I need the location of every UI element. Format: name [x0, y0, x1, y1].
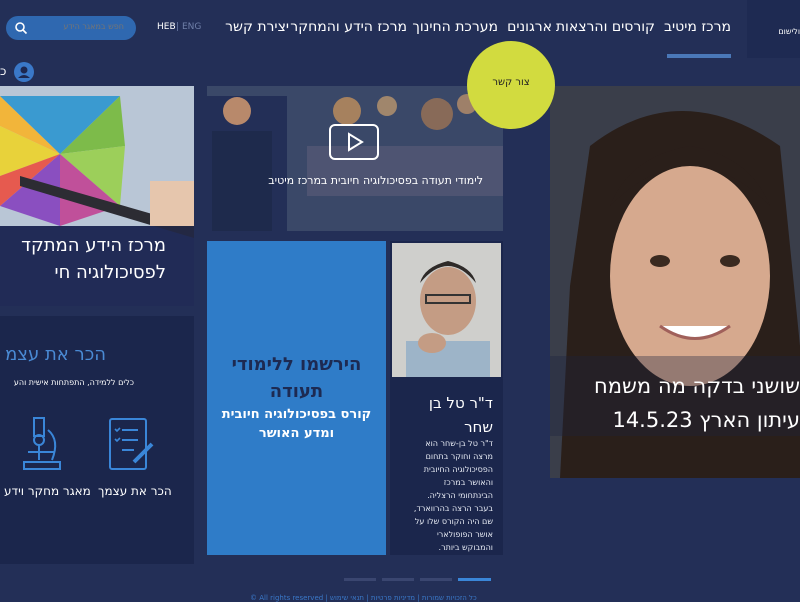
lang-eng[interactable]: ENG	[182, 22, 201, 32]
carousel-dot-active[interactable]	[458, 578, 491, 581]
person-photo	[392, 243, 501, 377]
person-bio-line: והאושר במרכז	[443, 478, 493, 487]
user-letter: כ	[0, 64, 7, 78]
person-bio-line: והמבוקש ביותר.	[438, 543, 493, 552]
lang-heb[interactable]: HEB	[157, 22, 176, 32]
register-subtitle-line1: קורס בפסיכולוגיה חיובית	[221, 407, 372, 422]
checklist-icon[interactable]	[104, 416, 158, 474]
person-bio-line: הפסיכולוגיה החיובית	[423, 465, 493, 474]
person-bio-line: שם היה הקורס שלו על	[414, 517, 493, 526]
search-box[interactable]	[6, 16, 136, 40]
register-title-line1: הירשמו ללימודי	[231, 354, 362, 375]
video-caption: לימודי תעודה בפסיכולוגיה חיובית במרכז מי…	[268, 174, 483, 187]
right-edge-text: ולישום	[778, 27, 800, 36]
search-input[interactable]	[22, 21, 126, 32]
carousel-dot[interactable]	[382, 578, 414, 581]
know-yourself-subtitle: כלים ללמידה, התפתחות אישית והע	[13, 378, 134, 387]
know-yourself-card: הכר את עצמ כלים ללמידה, התפתחות אישית וה…	[0, 316, 194, 564]
person-bio-line: אושר הפופולארי	[436, 530, 493, 539]
video-card[interactable]: לימודי תעודה בפסיכולוגיה חיובית במרכז מי…	[207, 86, 503, 231]
lang-separator: |	[176, 22, 180, 32]
person-bio-line: בעבר הרצה בהרווארד,	[413, 504, 493, 513]
knowledge-center-title-line2: לפסיכולוגיה חי	[54, 262, 166, 283]
nav-item-courses[interactable]: קורסים והרצאות	[556, 19, 655, 35]
person-bio-line: ד"ר טל בן-שחר הוא	[425, 439, 493, 448]
contact-badge-label: צור קשר	[492, 77, 530, 88]
right-edge-panel: ולישום	[747, 0, 800, 58]
person-card[interactable]: ד"ר טל בן שחר ד"ר טל בן-שחר הוא מרצה וחו…	[390, 241, 503, 555]
person-bio: ד"ר טל בן-שחר הוא מרצה וחוקר בתחום הפסיכ…	[397, 437, 493, 554]
nav-item-meitiv-center[interactable]: מרכז מיטיב	[664, 19, 731, 35]
research-database-link[interactable]: מאגר מחקר וידע	[4, 484, 91, 498]
knowledge-center-card[interactable]: מרכז הידע המתקד לפסיכולוגיה חי	[0, 86, 194, 306]
nav-item-education[interactable]: מערכת החינוך	[412, 19, 498, 35]
play-button[interactable]	[329, 124, 379, 160]
microscope-icon[interactable]	[18, 416, 68, 474]
hero-banner[interactable]: שושני בדקה מה משמח עיתון הארץ 14.5.23	[550, 86, 800, 478]
nav-item-contact[interactable]: יצירת קשר	[225, 19, 289, 35]
contact-badge[interactable]: צור קשר	[467, 41, 555, 129]
person-bio-line: מרצה וחוקר בתחום	[425, 452, 493, 461]
play-icon	[348, 132, 364, 152]
nav-item-knowledge-center[interactable]: מרכז הידע והמחקר	[290, 19, 407, 35]
user-icon[interactable]	[14, 62, 34, 82]
know-yourself-link[interactable]: הכר את עצמך	[98, 484, 172, 498]
nav-item-organizations[interactable]: ארגונים	[507, 19, 552, 35]
register-title-line2: תעודה	[269, 381, 324, 402]
register-subtitle-line2: ומדע האושר	[258, 426, 335, 441]
user-strip	[0, 58, 800, 86]
register-subtitle: קורס בפסיכולוגיה חיובית ומדע האושר	[207, 405, 386, 443]
register-card[interactable]: הירשמו ללימודי תעודה קורס בפסיכולוגיה חי…	[207, 241, 386, 555]
footer-text: © All rights reserved | כל הזכויות שמורו…	[250, 594, 477, 602]
knowledge-center-title-line1: מרכז הידע המתקד	[21, 235, 166, 256]
hero-headline: שושני בדקה מה משמח	[594, 374, 800, 398]
carousel-dot[interactable]	[420, 578, 452, 581]
knowledge-center-title: מרכז הידע המתקד לפסיכולוגיה חי	[21, 232, 166, 286]
register-title: הירשמו ללימודי תעודה	[207, 351, 386, 405]
carousel-dot[interactable]	[344, 578, 376, 581]
person-name: ד"ר טל בן שחר	[429, 391, 493, 439]
person-name-line1: ד"ר טל בן	[428, 394, 493, 412]
person-name-line2: שחר	[464, 418, 493, 436]
person-bio-line: הבינתחומי הרצליה.	[427, 491, 493, 500]
know-yourself-title: הכר את עצמ	[5, 344, 106, 365]
hero-subheadline: עיתון הארץ 14.5.23	[612, 408, 800, 432]
